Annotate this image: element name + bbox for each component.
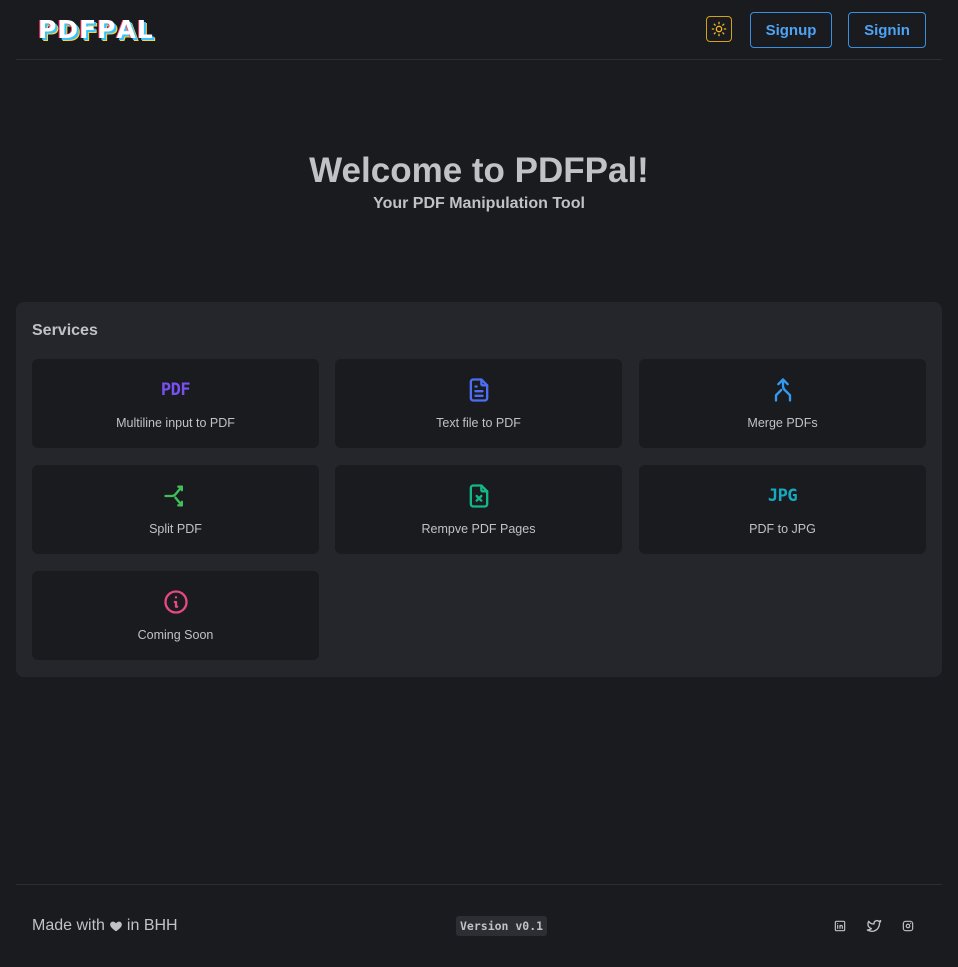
file-remove-icon <box>469 484 488 508</box>
hero-subtitle: Your PDF Manipulation Tool <box>373 195 585 212</box>
linkedin-icon <box>834 920 846 932</box>
logo[interactable]: P D F P A L <box>38 15 154 45</box>
hero-title: Welcome to PDFPal! <box>309 151 649 190</box>
logo-letter: P <box>97 15 117 44</box>
twitter-link[interactable] <box>866 918 882 934</box>
service-card-label: Text file to PDF <box>436 416 521 430</box>
logo-letter: L <box>136 15 154 44</box>
service-card-text-file-to-pdf[interactable]: Text file to PDF <box>335 359 622 448</box>
sun-icon <box>711 21 727 37</box>
service-card-multiline-to-pdf[interactable]: PDF Multiline input to PDF <box>32 359 319 448</box>
service-card-merge-pdfs[interactable]: Merge PDFs <box>639 359 926 448</box>
header: P D F P A L Signup Signin <box>16 0 942 60</box>
service-card-split-pdf[interactable]: Split PDF <box>32 465 319 554</box>
service-card-label: PDF to JPG <box>749 522 816 536</box>
services-title: Services <box>32 322 98 339</box>
icon-wrapper <box>335 376 622 404</box>
made-with-suffix: in BHH <box>126 917 178 934</box>
heart-icon <box>110 921 122 932</box>
service-card-remove-pdf-pages[interactable]: Rempve PDF Pages <box>335 465 622 554</box>
page: P D F P A L Signup Signin Welcome to PDF… <box>0 0 958 967</box>
service-card-label: Split PDF <box>149 522 202 536</box>
theme-toggle-button[interactable] <box>706 16 732 42</box>
version-badge: Version v0.1 <box>456 916 548 936</box>
signin-button[interactable]: Signin <box>848 12 926 48</box>
service-card-label: Multiline input to PDF <box>116 416 235 430</box>
icon-wrapper <box>639 376 926 404</box>
service-card-label: Rempve PDF Pages <box>421 522 536 536</box>
service-card-label: Merge PDFs <box>747 416 818 430</box>
instagram-link[interactable] <box>900 918 916 934</box>
service-card-pdf-to-jpg[interactable]: JPG PDF to JPG <box>639 465 926 554</box>
footer: Made with in BHH Version v0.1 <box>16 884 942 967</box>
services-panel: Services PDF Multiline input to PDF Text… <box>16 302 942 677</box>
logo-letter: F <box>79 15 98 44</box>
made-with-prefix: Made with <box>32 917 105 934</box>
merge-arrow-icon <box>774 378 791 402</box>
signup-button[interactable]: Signup <box>750 12 832 48</box>
service-card-coming-soon[interactable]: Coming Soon <box>32 571 319 660</box>
pdf-text-icon: PDF <box>32 376 319 404</box>
service-card-label: Coming Soon <box>137 628 214 642</box>
made-with-text: Made with in BHH <box>32 917 178 935</box>
logo-letter: P <box>38 15 58 44</box>
icon-wrapper <box>32 588 319 616</box>
file-text-icon <box>469 378 488 402</box>
icon-wrapper <box>335 482 622 510</box>
logo-letter: A <box>116 15 137 44</box>
logo-letter: D <box>57 15 80 44</box>
pdf-icon-text: PDF <box>160 380 191 400</box>
instagram-icon <box>902 920 914 932</box>
info-circle-icon <box>163 590 188 614</box>
jpg-text-icon: JPG <box>639 482 926 510</box>
jpg-icon-text: JPG <box>767 486 798 506</box>
icon-wrapper <box>32 482 319 510</box>
twitter-icon <box>866 919 882 932</box>
split-arrow-icon <box>163 485 183 507</box>
linkedin-link[interactable] <box>832 918 848 934</box>
